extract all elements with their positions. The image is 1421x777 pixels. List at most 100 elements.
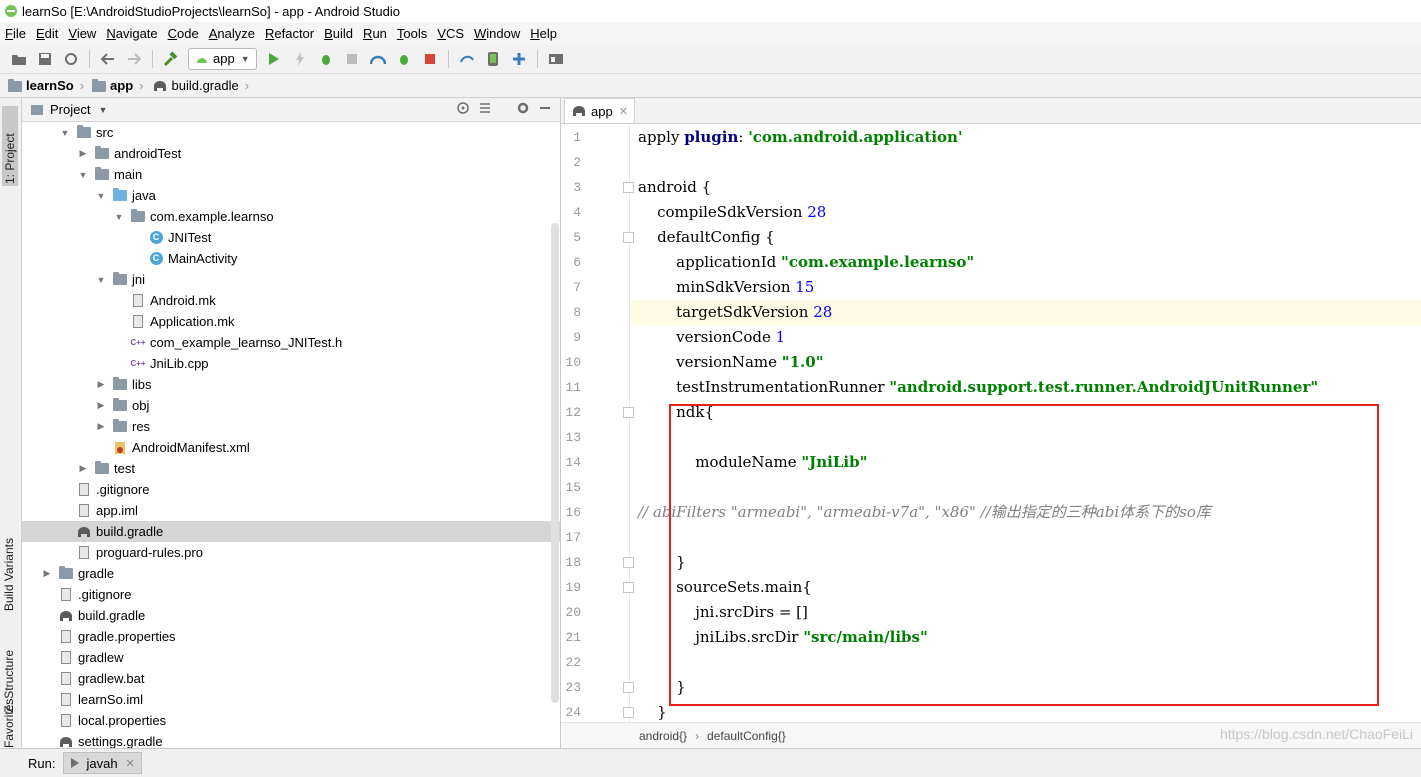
breadcrumb-item[interactable]: build.gradle › (152, 78, 249, 93)
tree-item[interactable]: build.gradle (22, 605, 560, 626)
code-line[interactable]: sourceSets.main{ (631, 575, 1421, 600)
code-line[interactable]: minSdkVersion 15 (631, 275, 1421, 300)
menu-window[interactable]: Window (469, 26, 525, 41)
code-line[interactable]: jni.srcDirs = [] (631, 600, 1421, 625)
project-structure-icon[interactable] (546, 49, 566, 69)
stop-icon[interactable] (420, 49, 440, 69)
code-line[interactable] (631, 650, 1421, 675)
tree-item[interactable]: ▼ jni (22, 269, 560, 290)
tree-item[interactable]: gradlew.bat (22, 668, 560, 689)
code-line[interactable] (631, 150, 1421, 175)
chevron-down-icon[interactable]: ▼ (98, 105, 107, 115)
tree-item[interactable]: C++ JniLib.cpp (22, 353, 560, 374)
code-line[interactable]: android { (631, 175, 1421, 200)
open-folder-icon[interactable] (9, 49, 29, 69)
tree-item[interactable]: build.gradle (22, 521, 560, 542)
profile-icon[interactable] (368, 49, 388, 69)
menu-refactor[interactable]: Refactor (260, 26, 319, 41)
tree-item[interactable]: ▶ test (22, 458, 560, 479)
code-line[interactable]: // abiFilters "armeabi", "armeabi-v7a", … (631, 500, 1421, 525)
chevron-down-icon[interactable]: ▼ (78, 170, 88, 180)
code-line[interactable]: applicationId "com.example.learnso" (631, 250, 1421, 275)
tree-item[interactable]: Android.mk (22, 290, 560, 311)
chevron-down-icon[interactable]: ▼ (96, 275, 106, 285)
sync-gradle-icon[interactable] (457, 49, 477, 69)
make-hammer-icon[interactable] (161, 49, 181, 69)
chevron-down-icon[interactable]: ▼ (114, 212, 124, 222)
tab-project[interactable]: 1: Project (2, 106, 18, 186)
tree-item[interactable]: ▶ obj (22, 395, 560, 416)
chevron-down-icon[interactable]: ▼ (96, 191, 106, 201)
breadcrumb-item[interactable]: app › (92, 78, 144, 93)
menu-help[interactable]: Help (525, 26, 562, 41)
tree-item[interactable]: ▼ src (22, 122, 560, 143)
code-breadcrumb-item[interactable]: android{} (639, 729, 687, 743)
code-breadcrumb-item[interactable]: defaultConfig{} (707, 729, 786, 743)
menu-edit[interactable]: Edit (31, 26, 63, 41)
coverage-icon[interactable] (342, 49, 362, 69)
apply-changes-icon[interactable] (290, 49, 310, 69)
chevron-right-icon[interactable]: ▶ (42, 568, 52, 579)
code-line[interactable]: } (631, 550, 1421, 575)
code-line[interactable] (631, 475, 1421, 500)
hide-panel-icon[interactable] (538, 101, 552, 118)
menu-navigate[interactable]: Navigate (101, 26, 162, 41)
save-icon[interactable] (35, 49, 55, 69)
project-view-selector[interactable]: Project (50, 102, 90, 117)
menu-tools[interactable]: Tools (392, 26, 432, 41)
tree-item[interactable]: .gitignore (22, 584, 560, 605)
chevron-right-icon[interactable]: ▶ (96, 400, 106, 411)
code-line[interactable]: } (631, 700, 1421, 722)
tree-item[interactable]: learnSo.iml (22, 689, 560, 710)
menu-run[interactable]: Run (358, 26, 392, 41)
menu-vcs[interactable]: VCS (432, 26, 469, 41)
breadcrumb-item[interactable]: learnSo › (8, 78, 84, 93)
tree-item[interactable]: Application.mk (22, 311, 560, 332)
chevron-right-icon[interactable]: ▶ (96, 379, 106, 390)
menu-code[interactable]: Code (163, 26, 204, 41)
debug-icon[interactable] (316, 49, 336, 69)
run-icon[interactable] (264, 49, 284, 69)
run-tab-javah[interactable]: javah ✕ (63, 752, 142, 774)
locate-icon[interactable] (456, 101, 470, 118)
tree-item[interactable]: ▶ androidTest (22, 143, 560, 164)
gear-icon[interactable] (516, 101, 530, 118)
close-icon[interactable]: ✕ (619, 105, 628, 118)
tree-item[interactable]: ▶ libs (22, 374, 560, 395)
code-line[interactable]: defaultConfig { (631, 225, 1421, 250)
code-line[interactable]: moduleName "JniLib" (631, 450, 1421, 475)
run-config-selector[interactable]: app ▼ (188, 47, 257, 70)
code-line[interactable]: versionName "1.0" (631, 350, 1421, 375)
code-line[interactable] (631, 425, 1421, 450)
back-arrow-icon[interactable] (98, 49, 118, 69)
tree-item[interactable]: AndroidManifest.xml (22, 437, 560, 458)
attach-debugger-icon[interactable] (394, 49, 414, 69)
tree-item[interactable]: gradlew (22, 647, 560, 668)
close-icon[interactable]: ✕ (126, 757, 135, 770)
menu-build[interactable]: Build (319, 26, 358, 41)
code-line[interactable]: jniLibs.srcDir "src/main/libs" (631, 625, 1421, 650)
chevron-right-icon[interactable]: ▶ (96, 421, 106, 432)
sdk-manager-icon[interactable] (509, 49, 529, 69)
code-line[interactable]: versionCode 1 (631, 325, 1421, 350)
tree-item[interactable]: C JNITest (22, 227, 560, 248)
chevron-down-icon[interactable]: ▼ (60, 128, 70, 138)
code-line[interactable] (631, 525, 1421, 550)
code-line[interactable]: ndk{ (631, 400, 1421, 425)
forward-arrow-icon[interactable] (124, 49, 144, 69)
tree-item[interactable]: ▼ java (22, 185, 560, 206)
tree-item[interactable]: ▶ res (22, 416, 560, 437)
menu-analyze[interactable]: Analyze (204, 26, 260, 41)
collapse-all-icon[interactable] (478, 101, 492, 118)
tab-build-variants[interactable]: Build Variants (2, 538, 16, 611)
code-line[interactable]: apply plugin: 'com.android.application' (631, 125, 1421, 150)
tree-item[interactable]: ▼ com.example.learnso (22, 206, 560, 227)
project-scrollbar[interactable] (551, 223, 559, 703)
code-line[interactable]: compileSdkVersion 28 (631, 200, 1421, 225)
tree-item[interactable]: proguard-rules.pro (22, 542, 560, 563)
tree-item[interactable]: ▶ gradle (22, 563, 560, 584)
tree-item[interactable]: app.iml (22, 500, 560, 521)
chevron-right-icon[interactable]: ▶ (78, 463, 88, 474)
sync-icon[interactable] (61, 49, 81, 69)
menu-view[interactable]: View (63, 26, 101, 41)
